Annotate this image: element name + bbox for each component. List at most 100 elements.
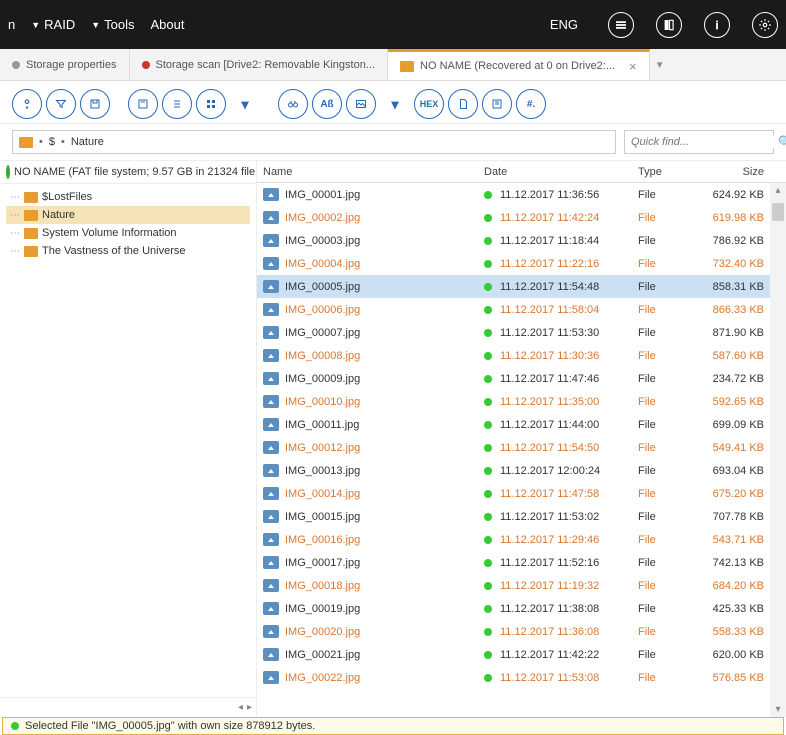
tree-item[interactable]: ⋯$LostFiles	[6, 188, 250, 206]
breadcrumb-segment: $	[49, 136, 55, 148]
tool-hash-icon[interactable]: #.	[516, 89, 546, 119]
breadcrumb[interactable]: • $ • Nature	[12, 130, 616, 154]
file-row[interactable]: IMG_00003.jpg11.12.2017 11:18:44File786.…	[257, 229, 786, 252]
scroll-left-icon[interactable]: ◂	[238, 702, 243, 713]
file-row[interactable]: IMG_00002.jpg11.12.2017 11:42:24File619.…	[257, 206, 786, 229]
file-row[interactable]: IMG_00020.jpg11.12.2017 11:36:08File558.…	[257, 620, 786, 643]
image-file-icon	[263, 349, 279, 362]
tool-property-icon[interactable]	[482, 89, 512, 119]
tool-image-icon[interactable]	[346, 89, 376, 119]
gear-icon[interactable]	[752, 12, 778, 38]
file-date: 11.12.2017 11:44:00	[500, 419, 599, 431]
file-name: IMG_00017.jpg	[285, 557, 360, 569]
tab-overflow-icon[interactable]: ▾	[650, 49, 670, 80]
tool-filter-icon[interactable]	[46, 89, 76, 119]
tool-dropdown-icon[interactable]: ▾	[230, 89, 260, 119]
status-dot-icon	[11, 722, 19, 730]
status-dot-icon	[484, 329, 492, 337]
tab-storage-properties[interactable]: Storage properties	[0, 49, 130, 80]
tree-item[interactable]: ⋯System Volume Information	[6, 224, 250, 242]
file-row[interactable]: IMG_00009.jpg11.12.2017 11:47:46File234.…	[257, 367, 786, 390]
expand-icon[interactable]: ⋯	[10, 192, 20, 203]
tool-textcase-icon[interactable]: Aß	[312, 89, 342, 119]
column-size[interactable]: Size	[698, 166, 786, 178]
tool-list-icon[interactable]	[162, 89, 192, 119]
tool-page-icon[interactable]	[448, 89, 478, 119]
image-file-icon	[263, 602, 279, 615]
tab-storage-scan[interactable]: Storage scan [Drive2: Removable Kingston…	[130, 49, 389, 80]
file-row[interactable]: IMG_00018.jpg11.12.2017 11:19:32File684.…	[257, 574, 786, 597]
file-row[interactable]: IMG_00014.jpg11.12.2017 11:47:58File675.…	[257, 482, 786, 505]
column-type[interactable]: Type	[638, 166, 698, 178]
file-row[interactable]: IMG_00016.jpg11.12.2017 11:29:46File543.…	[257, 528, 786, 551]
file-row[interactable]: IMG_00022.jpg11.12.2017 11:53:08File576.…	[257, 666, 786, 689]
tool-grid-icon[interactable]	[196, 89, 226, 119]
file-type: File	[638, 672, 698, 684]
scroll-down-icon[interactable]: ▾	[775, 704, 780, 715]
search-input[interactable]	[631, 136, 774, 148]
file-name: IMG_00014.jpg	[285, 488, 360, 500]
file-row[interactable]: IMG_00021.jpg11.12.2017 11:42:22File620.…	[257, 643, 786, 666]
image-file-icon	[263, 234, 279, 247]
file-row[interactable]: IMG_00017.jpg11.12.2017 11:52:16File742.…	[257, 551, 786, 574]
panel-icon[interactable]	[656, 12, 682, 38]
language-label[interactable]: ENG	[550, 17, 578, 32]
scroll-right-icon[interactable]: ▸	[247, 702, 252, 713]
file-row[interactable]: IMG_00019.jpg11.12.2017 11:38:08File425.…	[257, 597, 786, 620]
file-row[interactable]: IMG_00013.jpg11.12.2017 12:00:24File693.…	[257, 459, 786, 482]
status-bar: Selected File "IMG_00005.jpg" with own s…	[2, 717, 784, 735]
column-name[interactable]: Name	[257, 166, 484, 178]
scroll-thumb[interactable]	[772, 203, 784, 221]
tool-hex-icon[interactable]: HEX	[414, 89, 444, 119]
file-type: File	[638, 511, 698, 523]
quick-find[interactable]: 🔍	[624, 130, 774, 154]
status-dot-icon	[484, 237, 492, 245]
bullet-icon: •	[61, 136, 65, 148]
file-row[interactable]: IMG_00005.jpg11.12.2017 11:54:48File858.…	[257, 275, 786, 298]
file-date: 11.12.2017 11:54:48	[500, 281, 599, 293]
tool-saveas-icon[interactable]	[128, 89, 158, 119]
column-date[interactable]: Date	[484, 166, 638, 178]
file-row[interactable]: IMG_00015.jpg11.12.2017 11:53:02File707.…	[257, 505, 786, 528]
file-type: File	[638, 327, 698, 339]
image-file-icon	[263, 441, 279, 454]
file-row[interactable]: IMG_00001.jpg11.12.2017 11:36:56File624.…	[257, 183, 786, 206]
file-name: IMG_00005.jpg	[285, 281, 360, 293]
tree-item[interactable]: ⋯Nature	[6, 206, 250, 224]
info-icon[interactable]	[704, 12, 730, 38]
tree-root[interactable]: NO NAME (FAT file system; 9.57 GB in 213…	[0, 161, 256, 184]
image-file-icon	[263, 648, 279, 661]
tool-binoculars-icon[interactable]	[278, 89, 308, 119]
file-name: IMG_00018.jpg	[285, 580, 360, 592]
search-icon[interactable]: 🔍	[778, 135, 786, 149]
file-row[interactable]: IMG_00006.jpg11.12.2017 11:58:04File866.…	[257, 298, 786, 321]
file-row[interactable]: IMG_00011.jpg11.12.2017 11:44:00File699.…	[257, 413, 786, 436]
scroll-up-icon[interactable]: ▴	[775, 185, 780, 196]
menu-tools[interactable]: ▼Tools	[91, 17, 134, 32]
close-icon[interactable]: ×	[629, 59, 637, 74]
vertical-scrollbar[interactable]: ▴ ▾	[770, 183, 786, 717]
file-name: IMG_00016.jpg	[285, 534, 360, 546]
image-file-icon	[263, 671, 279, 684]
tool-user-icon[interactable]	[12, 89, 42, 119]
file-row[interactable]: IMG_00007.jpg11.12.2017 11:53:30File871.…	[257, 321, 786, 344]
file-row[interactable]: IMG_00012.jpg11.12.2017 11:54:50File549.…	[257, 436, 786, 459]
expand-icon[interactable]: ⋯	[10, 228, 20, 239]
file-name: IMG_00004.jpg	[285, 258, 360, 270]
file-row[interactable]: IMG_00008.jpg11.12.2017 11:30:36File587.…	[257, 344, 786, 367]
file-date: 11.12.2017 11:47:58	[500, 488, 599, 500]
horizontal-scrollbar[interactable]: ◂▸	[0, 697, 256, 717]
status-dot-icon	[484, 582, 492, 590]
menu-truncated[interactable]: n	[8, 17, 15, 32]
expand-icon[interactable]: ⋯	[10, 246, 20, 257]
activity-icon[interactable]	[608, 12, 634, 38]
file-row[interactable]: IMG_00004.jpg11.12.2017 11:22:16File732.…	[257, 252, 786, 275]
tool-dropdown-icon[interactable]: ▾	[380, 89, 410, 119]
menu-about[interactable]: About	[151, 17, 185, 32]
menu-raid[interactable]: ▼RAID	[31, 17, 75, 32]
tree-item[interactable]: ⋯The Vastness of the Universe	[6, 242, 250, 260]
tab-recovered-volume[interactable]: NO NAME (Recovered at 0 on Drive2:... ×	[388, 49, 650, 80]
expand-icon[interactable]: ⋯	[10, 210, 20, 221]
tool-save-icon[interactable]	[80, 89, 110, 119]
file-row[interactable]: IMG_00010.jpg11.12.2017 11:35:00File592.…	[257, 390, 786, 413]
